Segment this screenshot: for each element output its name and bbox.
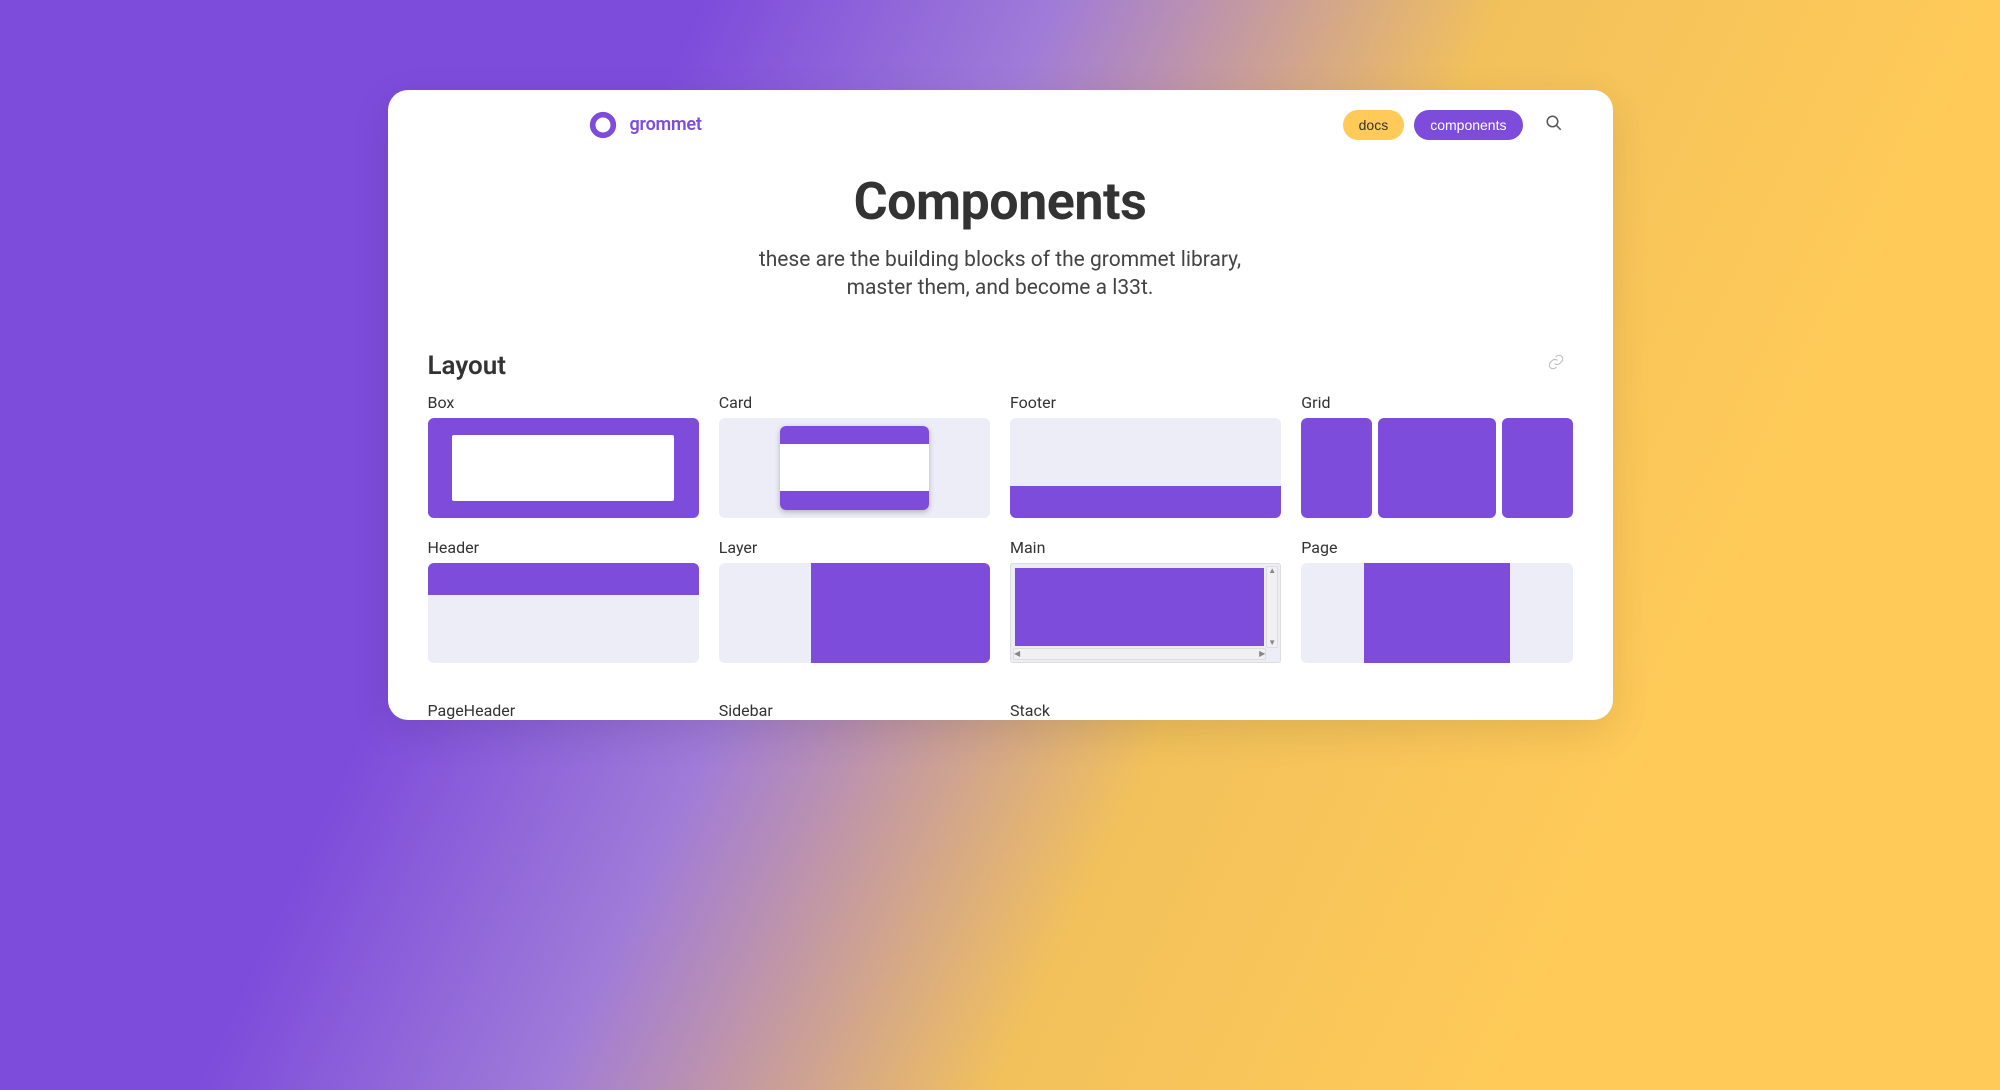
grid-cell: Footer — [1010, 393, 1281, 518]
component-tile-card[interactable] — [719, 418, 990, 518]
site-header: grommet docs components — [388, 90, 1613, 151]
grid-cell: Box — [428, 393, 699, 518]
nav-docs-button[interactable]: docs — [1343, 110, 1405, 140]
grid-cell: Layer — [719, 538, 990, 663]
brand-name: grommet — [630, 114, 702, 135]
component-label-main: Main — [1010, 538, 1281, 557]
component-label-stack: Stack — [1010, 701, 1281, 720]
grid-cell: Main ▲▼ ◀▶ — [1010, 538, 1281, 663]
section-layout: Layout Box Card Footer Grid — [388, 311, 1613, 720]
component-tile-main[interactable]: ▲▼ ◀▶ — [1010, 563, 1281, 663]
component-label-footer: Footer — [1010, 393, 1281, 412]
scrollbar-vertical: ▲▼ — [1266, 566, 1278, 648]
page-title: Components — [428, 171, 1573, 232]
component-label-pageheader: PageHeader — [428, 701, 699, 720]
section-link-button[interactable] — [1547, 353, 1565, 374]
page-subtitle: these are the building blocks of the gro… — [428, 246, 1573, 303]
search-icon — [1545, 114, 1563, 132]
hero: Components these are the building blocks… — [388, 151, 1613, 311]
link-icon — [1547, 353, 1565, 371]
component-tile-layer[interactable] — [719, 563, 990, 663]
grid-cell: Grid — [1301, 393, 1572, 518]
component-label-header: Header — [428, 538, 699, 557]
component-tile-box[interactable] — [428, 418, 699, 518]
grid-cell: Card — [719, 393, 990, 518]
component-tile-page[interactable] — [1301, 563, 1572, 663]
component-label-card: Card — [719, 393, 990, 412]
component-label-box: Box — [428, 393, 699, 412]
search-button[interactable] — [1539, 108, 1569, 141]
component-tile-footer[interactable] — [1010, 418, 1281, 518]
grommet-logo-icon — [588, 110, 618, 140]
nav-components-button[interactable]: components — [1414, 110, 1522, 140]
component-label-page: Page — [1301, 538, 1572, 557]
grid-cell: Page — [1301, 538, 1572, 663]
page-card: grommet docs components Components these… — [388, 90, 1613, 720]
component-label-grid: Grid — [1301, 393, 1572, 412]
nav: docs components — [1343, 108, 1569, 141]
component-tile-header[interactable] — [428, 563, 699, 663]
component-tile-grid[interactable] — [1301, 418, 1572, 518]
component-grid-row1: Box Card Footer Grid — [428, 393, 1573, 518]
scrollbar-horizontal: ◀▶ — [1013, 648, 1266, 660]
component-grid-row2: Header Layer Main ▲▼ ◀▶ — [428, 538, 1573, 663]
grid-cell: Header — [428, 538, 699, 663]
component-label-sidebar: Sidebar — [719, 701, 990, 720]
section-title: Layout — [428, 351, 1573, 381]
brand-link[interactable]: grommet — [588, 110, 702, 140]
component-label-layer: Layer — [719, 538, 990, 557]
component-grid-row3: PageHeader Sidebar Stack — [428, 681, 1573, 720]
